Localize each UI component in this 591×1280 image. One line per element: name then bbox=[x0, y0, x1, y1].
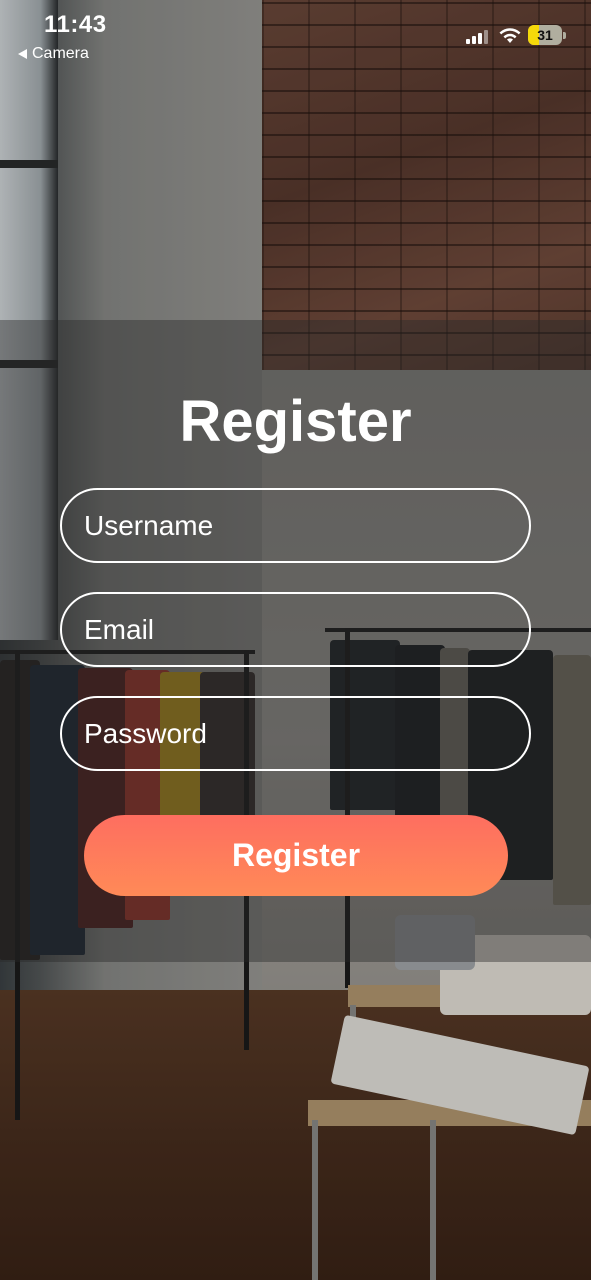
status-bar: 11:43 Camera 31 bbox=[0, 0, 591, 70]
password-field[interactable] bbox=[60, 696, 531, 771]
back-triangle-icon bbox=[18, 49, 27, 59]
username-field[interactable] bbox=[60, 488, 531, 563]
page-title: Register bbox=[179, 389, 412, 454]
back-app-label: Camera bbox=[32, 45, 89, 62]
email-field[interactable] bbox=[60, 592, 531, 667]
battery-level: 31 bbox=[537, 27, 553, 43]
wifi-icon bbox=[499, 28, 521, 43]
cellular-signal-icon bbox=[466, 29, 490, 44]
battery-icon: 31 bbox=[528, 25, 566, 45]
register-button[interactable]: Register bbox=[84, 815, 508, 896]
back-to-app-link[interactable]: Camera bbox=[18, 45, 89, 63]
status-time: 11:43 bbox=[44, 11, 107, 38]
